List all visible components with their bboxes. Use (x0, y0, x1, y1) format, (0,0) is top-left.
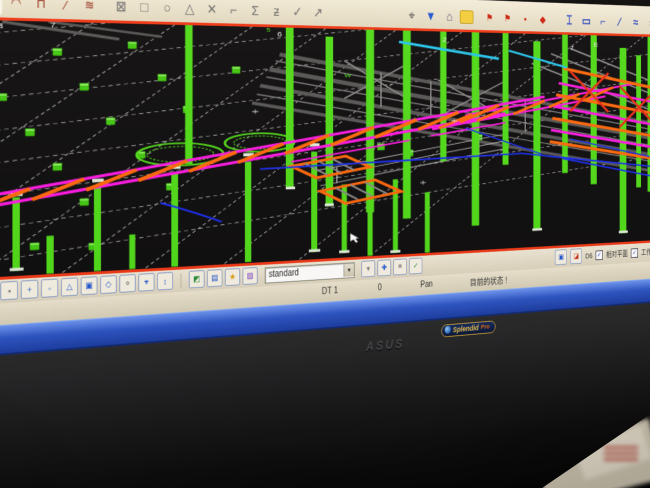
work-plane-label: 工作平面 (641, 246, 650, 257)
view-pane-icon[interactable]: ▥ (621, 0, 634, 3)
mode-indicator: Pan (420, 280, 432, 290)
component-icon[interactable]: ◩ (189, 270, 205, 288)
snap-center-icon[interactable]: ▪ (0, 281, 18, 301)
pin-icon[interactable]: ⚑ (482, 8, 498, 28)
sticker-text: Splendid (453, 323, 479, 334)
relative-plane-label: 相对平面 (606, 248, 628, 260)
snap-intersection-icon[interactable]: ◦ (41, 278, 58, 297)
view-split-icon[interactable]: ◧ (605, 0, 618, 2)
grid-label: 7 (50, 22, 56, 29)
desk-paper-print (604, 446, 638, 462)
select-grid-icon[interactable]: ⌗ (393, 258, 407, 275)
snap-reference-icon[interactable]: ⌖ (138, 273, 154, 292)
marker-toolbar: ⚑ ⚑ ▪ ◆ (482, 8, 551, 30)
snap-line-icon[interactable]: ▣ (81, 276, 98, 295)
weld-cut-toolbar: ◡ ◠ ⊓ ∕ ≋ (0, 0, 100, 17)
relative-plane-checkbox[interactable]: ✓ (596, 250, 603, 260)
top-toolbar-upper-row: ▤ ▦ ◧ ▥ ▨ ▪ (573, 0, 650, 4)
snap-midpoint-icon[interactable]: + (21, 280, 38, 300)
view-hatch-icon[interactable]: ▨ (636, 0, 649, 3)
cyan-braces (399, 42, 567, 68)
cross-icon[interactable]: ✕ (202, 0, 222, 21)
stamp-icon[interactable]: ▪ (517, 9, 533, 29)
status-message: 目前的状态 ! (470, 273, 507, 288)
note-icon[interactable] (460, 10, 474, 24)
triangle-icon[interactable]: △ (180, 0, 200, 20)
snap-extension-icon[interactable]: ◇ (100, 275, 117, 294)
grid-label: E (594, 42, 599, 48)
detail-icon[interactable]: ★ (225, 268, 240, 286)
line-cut-icon[interactable]: ∕ (55, 0, 77, 17)
polybeam-icon[interactable]: ⌐ (596, 12, 611, 32)
curved-beam-icon[interactable]: ∕ (612, 12, 627, 31)
grid-label: 6 (277, 31, 282, 38)
workplane-home-icon[interactable]: ⌂ (441, 6, 458, 27)
filter-icon[interactable]: ▼ (422, 6, 439, 27)
snap-perpendicular-icon[interactable]: △ (61, 277, 78, 296)
corner-icon[interactable]: ⌐ (224, 0, 243, 21)
snap-nearest-icon[interactable]: ⋄ (119, 274, 135, 293)
macro-icon[interactable]: ▤ (207, 269, 222, 287)
model-viewport[interactable]: 3 7 6 2 7 E 5 11 W (0, 16, 650, 283)
view-toolbar: ⌖ ▼ ⌂ (403, 5, 473, 27)
grid-label: 7 (570, 45, 574, 51)
chevron-down-icon[interactable]: ▾ (344, 264, 354, 277)
steel-toolbar: ⌶ ▭ ⌐ ∕ ≈ » | (562, 10, 650, 32)
weld-icon[interactable]: ◡ (0, 0, 2, 15)
geometry-toolbar: ⊠ □ ○ △ ✕ ⌐ Σ ƶ ✓ ↗ (111, 0, 327, 23)
twin-profile-icon[interactable]: » (645, 13, 650, 32)
photo-of-monitor: ▤ ▦ ◧ ▥ ▨ ▪ ◡ ◠ ⊓ ∕ ≋ ⊠ □ (0, 0, 650, 488)
cut-part-icon[interactable]: ⊓ (30, 0, 52, 16)
selection-filter-value: standard (269, 268, 299, 280)
pin-alt-icon[interactable]: ⚑ (500, 8, 516, 28)
part-label: 5 (266, 27, 271, 33)
sigma-icon[interactable]: Σ (246, 0, 265, 22)
part-label: W (344, 73, 351, 79)
grid-label: 3 (0, 23, 3, 30)
beam-icon[interactable]: ▭ (579, 11, 594, 31)
mark-icon[interactable]: ◆ (535, 9, 550, 29)
arc-weld-icon[interactable]: ◠ (5, 0, 27, 15)
find-icon[interactable]: ⌖ (403, 5, 420, 26)
splendid-sticker: Splendid Pro (441, 320, 496, 337)
vector-arrow-icon[interactable]: ↗ (309, 2, 327, 24)
sticker-text-2: Pro (481, 323, 490, 331)
grid-label: 2 (443, 37, 447, 43)
plane-view-icon[interactable]: ▣ (555, 249, 567, 265)
polygon-cut-icon[interactable]: ≋ (79, 0, 100, 17)
select-all-icon[interactable]: ▾ (361, 260, 375, 277)
section-icon[interactable]: ƶ (267, 0, 286, 22)
globe-icon (445, 326, 451, 334)
check-icon[interactable]: ✓ (288, 1, 306, 23)
view-grid-icon[interactable]: ▦ (589, 0, 603, 1)
phase-indicator: DT 1 (322, 286, 338, 297)
connection-icon[interactable]: ▧ (243, 267, 258, 285)
circle-icon[interactable]: ○ (157, 0, 177, 19)
grid-stubs (0, 38, 509, 263)
count-indicator: 0 (378, 283, 382, 293)
toolbar-separator (181, 273, 182, 288)
mouse-cursor-arrow (350, 233, 359, 243)
plane-prefix-label: D6 (585, 251, 592, 259)
plane-flip-icon[interactable]: ◪ (570, 248, 582, 264)
point-box-icon[interactable]: ⊠ (111, 0, 132, 18)
cad-app-window: ▤ ▦ ◧ ▥ ▨ ▪ ◡ ◠ ⊓ ∕ ≋ ⊠ □ (0, 0, 650, 488)
column-icon[interactable]: ⌶ (562, 10, 577, 30)
view-list-icon[interactable]: ▤ (573, 0, 587, 1)
work-plane-checkbox[interactable]: ✓ (631, 248, 638, 258)
snap-free-icon[interactable]: ↕ (157, 272, 173, 291)
spiral-beam-icon[interactable]: ≈ (628, 13, 642, 32)
asus-logo: ASUS (366, 336, 405, 354)
select-ok-icon[interactable]: ✓ (409, 257, 422, 274)
rectangle-icon[interactable]: □ (134, 0, 154, 19)
monitor-screen: ▤ ▦ ◧ ▥ ▨ ▪ ◡ ◠ ⊓ ∕ ≋ ⊠ □ (0, 0, 650, 488)
select-parts-icon[interactable]: ✚ (377, 259, 391, 276)
